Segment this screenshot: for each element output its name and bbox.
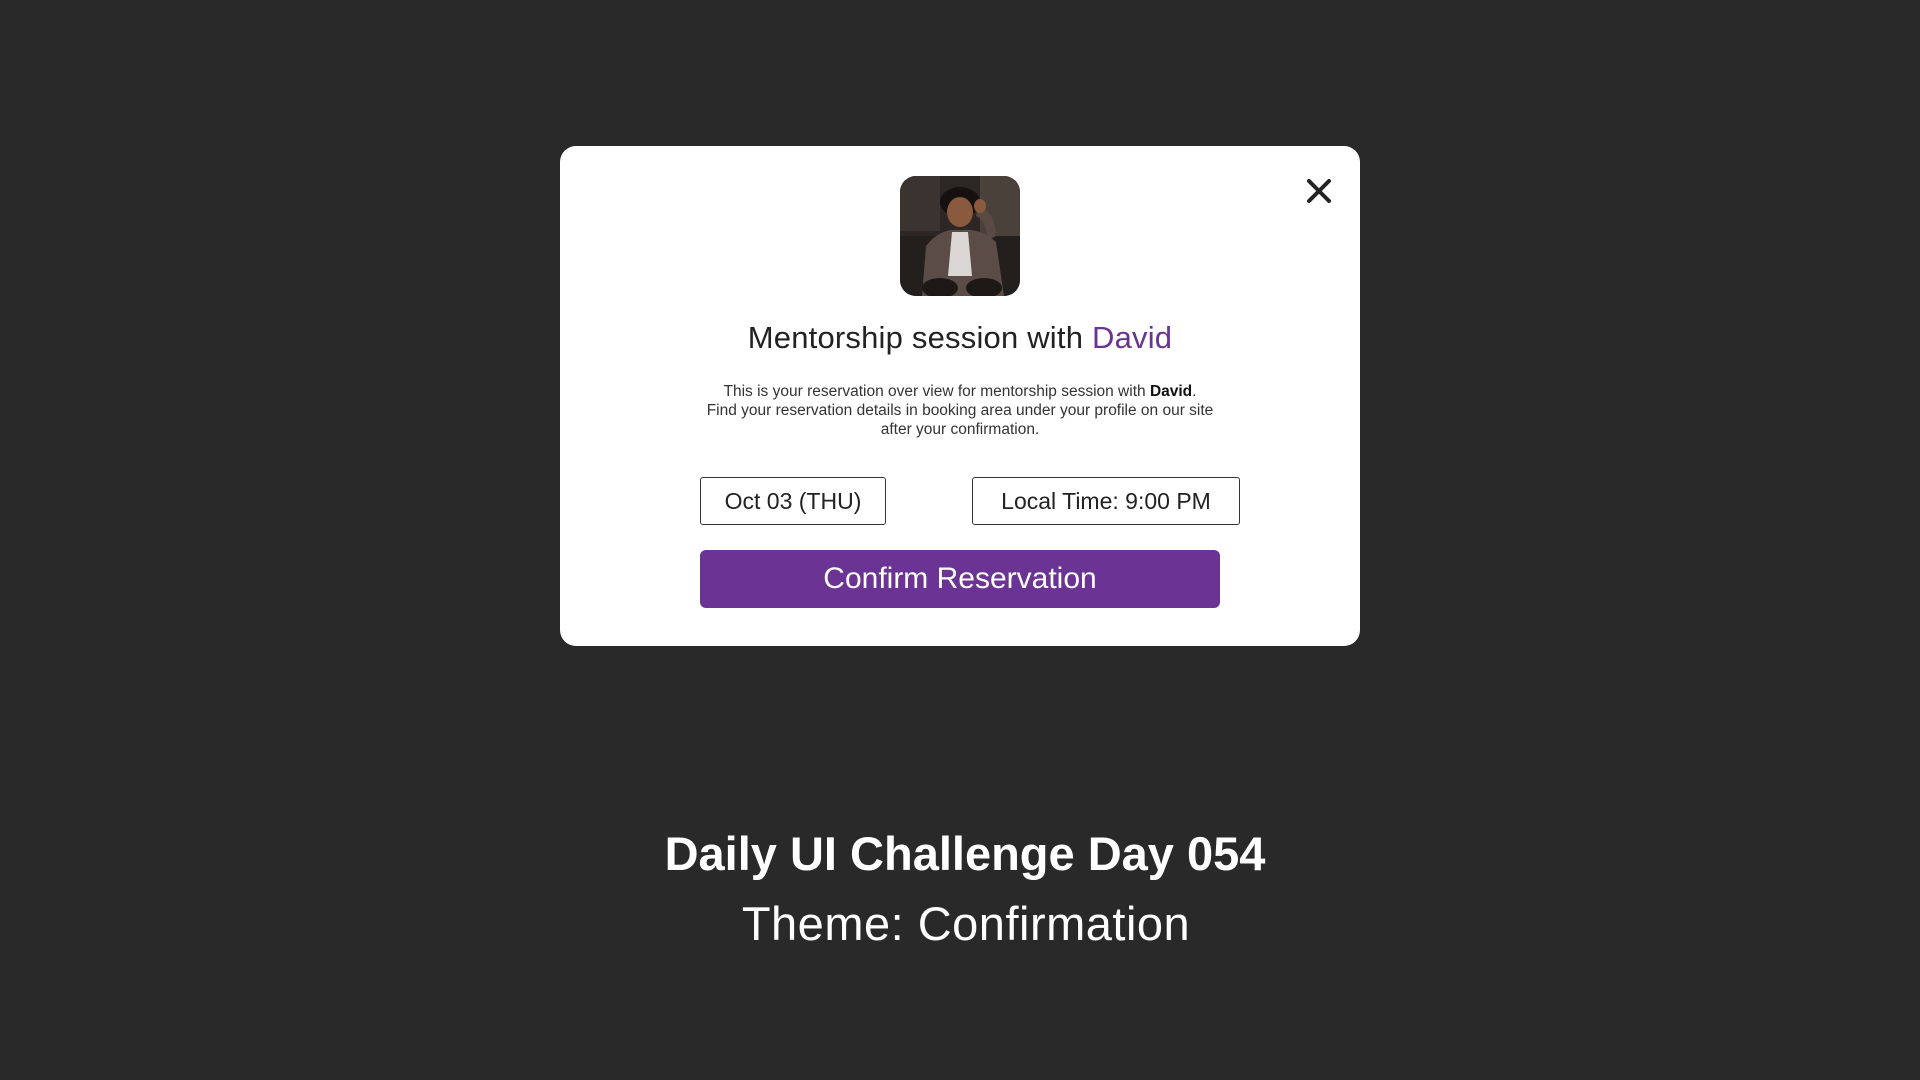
desc-mentor-name: David (1149, 383, 1193, 400)
modal-title: Mentorship session with David (560, 320, 1360, 356)
confirmation-modal: Mentorship session with David This is yo… (560, 146, 1360, 646)
desc-prefix: This is your reservation over view for m… (723, 383, 1146, 400)
mentor-avatar (900, 176, 1020, 296)
close-button[interactable] (1302, 174, 1336, 208)
desc-period: . (1192, 383, 1197, 400)
caption-subtitle: Theme: Confirmation (741, 897, 1191, 950)
canvas: Mentorship session with David This is yo… (0, 0, 1920, 1080)
modal-description: This is your reservation over view for m… (700, 382, 1220, 439)
mentor-name: David (1091, 320, 1173, 355)
confirm-reservation-button[interactable]: Confirm Reservation (700, 550, 1220, 608)
title-prefix: Mentorship session with (747, 320, 1084, 355)
close-icon (1307, 179, 1331, 203)
caption-title: Daily UI Challenge Day 054 (664, 827, 1266, 880)
date-chip: Oct 03 (THU) (700, 477, 886, 525)
desc-details: Find your reservation details in booking… (706, 402, 1214, 438)
time-chip: Local Time: 9:00 PM (972, 477, 1240, 525)
